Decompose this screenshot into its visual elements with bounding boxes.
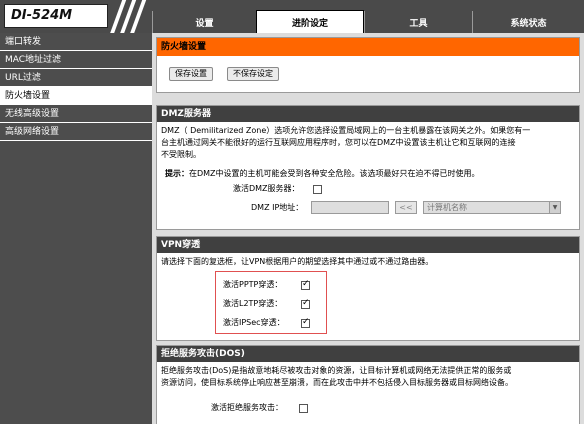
content-area: 防火墙设置 保存设置 不保存设定 DMZ服务器 DMZ（ Demilitariz… (152, 33, 584, 424)
chevron-down-icon: ▼ (549, 202, 560, 213)
dos-description: 拒绝服务攻击(DoS)是指故意地耗尽被攻击对象的资源，让目标计算机或网络无法提供… (157, 362, 579, 392)
dmz-enable-label: 激活DMZ服务器： (233, 184, 300, 193)
pptp-checkbox[interactable] (301, 279, 310, 290)
dmz-title: DMZ服务器 (157, 106, 579, 122)
dmz-desc-line: 台主机通过网关不能很好的运行互联网应用程序时，您可以在DMZ中设置该主机让它和互… (161, 138, 516, 147)
ipsec-label: 激活IPSec穿透： (223, 318, 285, 327)
vpn-description: 请选择下面的复选框，让VPN根据用户的期望选择其中通过或不通过路由器。 (157, 253, 579, 271)
dos-title: 拒绝服务攻击(DOS) (157, 346, 579, 362)
sidebar-item-firewall[interactable]: 防火墙设置 (0, 87, 152, 105)
logo-box: DI-524M (4, 4, 108, 28)
computer-name-select[interactable]: 计算机名称 ▼ (423, 201, 561, 214)
dmz-tip: 提示：在DMZ中设置的主机可能会受到各种安全危险。该选项最好只在迫不得已时使用。 (165, 168, 480, 180)
dmz-enable-checkbox[interactable] (313, 185, 322, 194)
sidebar-item-wireless-advanced[interactable]: 无线高级设置 (0, 105, 152, 123)
sidebar-item-mac-filter[interactable]: MAC地址过滤 (0, 51, 152, 69)
top-bar: DI-524M 设置 进阶设定 工具 系统状态 (0, 0, 584, 38)
dont-save-button[interactable]: 不保存设定 (227, 67, 279, 81)
dmz-desc-line: 不受限制。 (161, 150, 201, 159)
vpn-desc-line: 请选择下面的复选框，让VPN根据用户的期望选择其中通过或不通过路由器。 (161, 257, 434, 266)
tab-setup[interactable]: 设置 (152, 11, 256, 33)
vpn-panel: VPN穿透 请选择下面的复选框，让VPN根据用户的期望选择其中通过或不通过路由器… (156, 236, 580, 341)
logo-stripes (108, 0, 150, 38)
dos-desc-line: 资源访问，使目标系统停止响应甚至崩溃，而在此攻击中并不包括侵入目标服务器或目标网… (161, 378, 513, 387)
firewall-panel: 防火墙设置 保存设置 不保存设定 (156, 37, 580, 93)
dmz-description: DMZ（ Demilitarized Zone）选项允许您选择设置局域网上的一台… (157, 122, 579, 164)
copy-ip-button[interactable]: << (395, 201, 417, 214)
firewall-title: 防火墙设置 (157, 38, 579, 56)
sidebar-item-port-forwarding[interactable]: 端口转发 (0, 33, 152, 51)
dmz-ip-label: DMZ IP地址： (251, 203, 304, 212)
main-tabs: 设置 进阶设定 工具 系统状态 (152, 10, 584, 33)
dmz-ip-input[interactable] (311, 201, 389, 214)
sidebar-item-network-advanced[interactable]: 高级网络设置 (0, 123, 152, 141)
sidebar-item-url-filter[interactable]: URL过滤 (0, 69, 152, 87)
tab-status[interactable]: 系统状态 (472, 11, 584, 33)
l2tp-label: 激活L2TP穿透： (223, 299, 283, 308)
tab-advanced[interactable]: 进阶设定 (256, 10, 364, 33)
dos-desc-line: 拒绝服务攻击(DoS)是指故意地耗尽被攻击对象的资源，让目标计算机或网络无法提供… (161, 366, 512, 375)
dmz-panel: DMZ服务器 DMZ（ Demilitarized Zone）选项允许您选择设置… (156, 105, 580, 230)
ipsec-checkbox[interactable] (301, 317, 310, 328)
dmz-tip-label: 提示： (165, 169, 189, 178)
dos-panel: 拒绝服务攻击(DOS) 拒绝服务攻击(DoS)是指故意地耗尽被攻击对象的资源，让… (156, 345, 580, 424)
dmz-tip-text: 在DMZ中设置的主机可能会受到各种安全危险。该选项最好只在迫不得已时使用。 (189, 169, 480, 178)
dmz-desc-line: DMZ（ Demilitarized Zone）选项允许您选择设置局域网上的一台… (161, 126, 531, 135)
dos-enable-label: 激活拒绝服务攻击： (211, 403, 283, 412)
sidebar: 端口转发 MAC地址过滤 URL过滤 防火墙设置 无线高级设置 高级网络设置 (0, 33, 152, 424)
pptp-label: 激活PPTP穿透： (223, 280, 283, 289)
l2tp-checkbox[interactable] (301, 298, 310, 309)
vpn-title: VPN穿透 (157, 237, 579, 253)
brand-logo: DI-524M (11, 8, 73, 23)
computer-name-value: 计算机名称 (427, 203, 467, 212)
dos-enable-checkbox[interactable] (299, 404, 308, 413)
tab-tools[interactable]: 工具 (364, 11, 472, 33)
save-settings-button[interactable]: 保存设置 (169, 67, 213, 81)
